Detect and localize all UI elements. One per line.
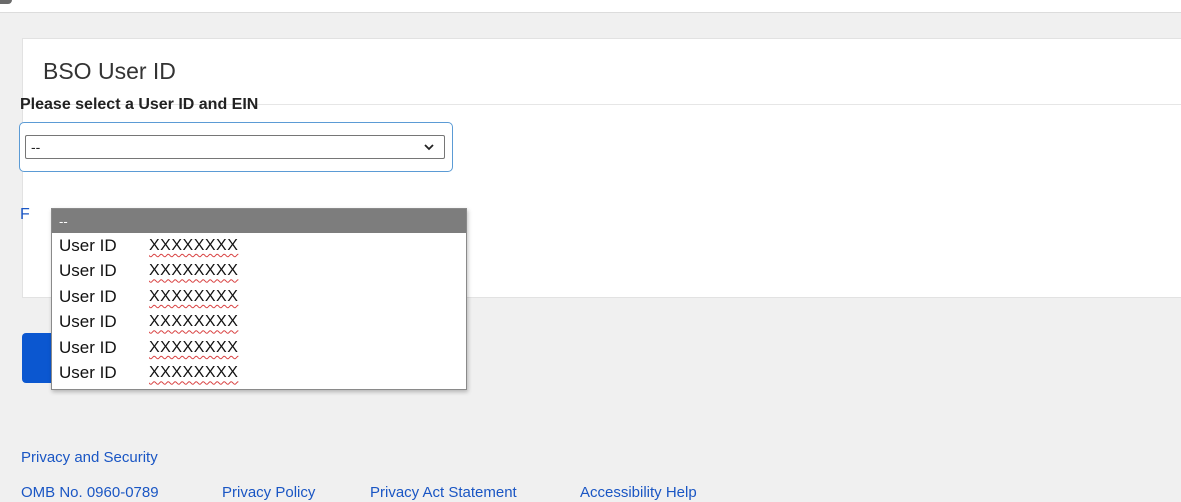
privacy-act-statement-link[interactable]: Privacy Act Statement <box>370 484 517 501</box>
top-header-strip <box>0 0 1181 13</box>
card-title: BSO User ID <box>43 58 176 84</box>
chevron-down-icon <box>424 144 434 151</box>
accessibility-help-link[interactable]: Accessibility Help <box>580 484 697 501</box>
option-label: User ID <box>59 261 117 281</box>
option-text: -- <box>59 213 68 229</box>
dropdown-option[interactable]: User ID XXXXXXXX <box>52 310 466 336</box>
dropdown-option[interactable]: User ID XXXXXXXX <box>52 233 466 259</box>
page: BSO User ID Please select a User ID and … <box>0 0 1181 502</box>
dropdown-option[interactable]: User ID XXXXXXXX <box>52 284 466 310</box>
privacy-policy-link[interactable]: Privacy Policy <box>222 484 315 501</box>
dropdown-option[interactable]: User ID XXXXXXXX <box>52 335 466 361</box>
option-label: User ID <box>59 337 117 357</box>
user-id-select[interactable]: -- <box>25 135 445 159</box>
option-value: XXXXXXXX <box>149 364 239 382</box>
header-logo-fragment <box>0 0 12 4</box>
privacy-security-link[interactable]: Privacy and Security <box>21 449 158 466</box>
omb-number: OMB No. 0960-0789 <box>21 484 159 501</box>
option-value: XXXXXXXX <box>149 338 239 356</box>
option-value: XXXXXXXX <box>149 236 239 254</box>
option-label: User ID <box>59 286 117 306</box>
user-id-select-focus-ring: -- <box>19 122 453 172</box>
option-label: User ID <box>59 235 117 255</box>
select-current-value: -- <box>31 139 41 155</box>
option-value: XXXXXXXX <box>149 262 239 280</box>
dropdown-option-placeholder[interactable]: -- <box>52 209 466 233</box>
option-label: User ID <box>59 363 117 383</box>
obscured-link[interactable]: F <box>20 206 30 224</box>
option-value: XXXXXXXX <box>149 313 239 331</box>
user-id-select-label: Please select a User ID and EIN <box>20 96 259 113</box>
user-id-dropdown-list: -- User ID XXXXXXXX User ID XXXXXXXX Use… <box>51 208 467 390</box>
option-value: XXXXXXXX <box>149 287 239 305</box>
dropdown-option[interactable]: User ID XXXXXXXX <box>52 259 466 285</box>
dropdown-option[interactable]: User ID XXXXXXXX <box>52 361 466 387</box>
option-label: User ID <box>59 312 117 332</box>
